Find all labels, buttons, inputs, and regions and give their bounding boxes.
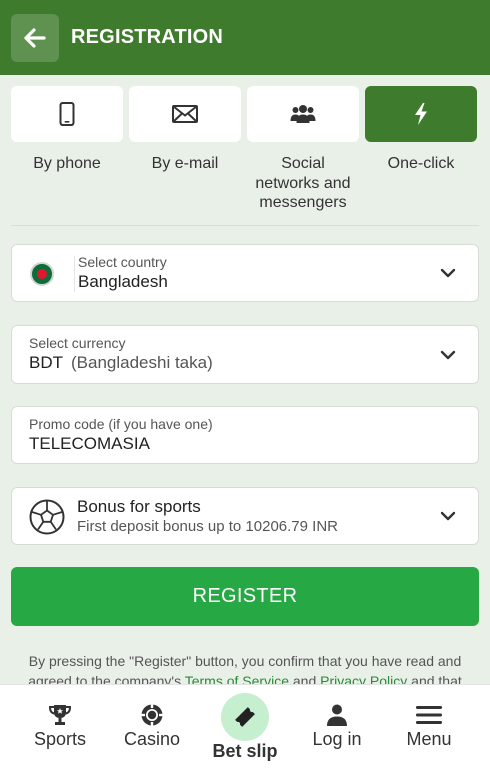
page-title: REGISTRATION (71, 26, 224, 48)
bangladesh-flag-icon (30, 262, 54, 286)
country-label: Select country (78, 254, 167, 270)
envelope-icon (172, 105, 198, 123)
nav-betslip-label[interactable]: Bet slip (205, 741, 285, 762)
nav-label: Casino (123, 729, 181, 749)
chevron-down-icon (440, 268, 456, 278)
back-button[interactable] (11, 13, 59, 62)
trophy-icon (48, 705, 72, 725)
chevron-down-icon (440, 350, 456, 359)
tab-by-phone[interactable]: By phone (11, 86, 123, 213)
country-select[interactable]: Select country Bangladesh (11, 244, 479, 302)
phone-icon (59, 102, 75, 126)
nav-betslip[interactable] (221, 693, 269, 741)
method-tile[interactable] (365, 86, 477, 142)
register-button[interactable]: REGISTER (11, 567, 479, 626)
terms-disclaimer: By pressing the "Register" button, you c… (11, 651, 479, 685)
divider (11, 225, 479, 226)
nav-label: Menu (406, 729, 452, 749)
method-label: By e-mail (151, 155, 219, 172)
divider (74, 256, 75, 292)
user-icon (327, 704, 347, 726)
method-tile[interactable] (11, 86, 123, 142)
currency-code: BDT (29, 353, 63, 372)
casino-chip-icon (141, 704, 163, 726)
method-tile[interactable] (247, 86, 359, 142)
nav-login[interactable]: Log in (297, 685, 377, 763)
bonus-subtitle: First deposit bonus up to 10206.79 INR (77, 518, 338, 535)
nav-sports[interactable]: Sports (20, 685, 100, 763)
tab-social-networks[interactable]: Social networks and messengers (247, 86, 359, 213)
method-label: Social networks and messengers (255, 155, 351, 211)
method-tile[interactable] (129, 86, 241, 142)
promo-label: Promo code (if you have one) (29, 416, 213, 432)
users-icon (290, 105, 316, 123)
disclaimer-line: agreed to the company's Terms of Service… (11, 671, 479, 685)
nav-casino[interactable]: Casino (112, 685, 192, 763)
lightning-icon (415, 103, 427, 125)
nav-label: Sports (33, 729, 87, 749)
arrow-left-icon (24, 27, 46, 48)
chevron-down-icon (440, 511, 456, 521)
country-value: Bangladesh (78, 272, 168, 291)
tab-by-email[interactable]: By e-mail (129, 86, 241, 213)
hamburger-menu-icon (416, 706, 442, 724)
bonus-select[interactable]: Bonus for sports First deposit bonus up … (11, 487, 479, 545)
nav-label: Log in (312, 729, 362, 749)
registration-method-tabs: By phone By e-mail Social networks and m… (11, 86, 479, 213)
app-header: REGISTRATION (0, 0, 490, 75)
currency-name: (Bangladeshi taka) (71, 353, 213, 372)
currency-select[interactable]: Select currency BDT (Bangladeshi taka) (11, 325, 479, 384)
method-label: One-click (387, 155, 455, 172)
nav-menu[interactable]: Menu (389, 685, 469, 763)
ticket-icon (235, 707, 255, 727)
promo-value[interactable]: TELECOMASIA (29, 434, 213, 454)
currency-label: Select currency (29, 335, 126, 351)
bonus-title: Bonus for sports (77, 497, 201, 516)
promo-code-field[interactable]: Promo code (if you have one) TELECOMASIA (11, 406, 479, 464)
method-label: By phone (33, 155, 101, 172)
disclaimer-line: By pressing the "Register" button, you c… (28, 653, 462, 669)
currency-value: BDT (Bangladeshi taka) (29, 353, 213, 373)
tab-one-click[interactable]: One-click (365, 86, 477, 213)
bottom-nav: Sports Casino Bet slip Log in Menu (0, 684, 490, 772)
soccer-ball-icon (29, 499, 65, 535)
